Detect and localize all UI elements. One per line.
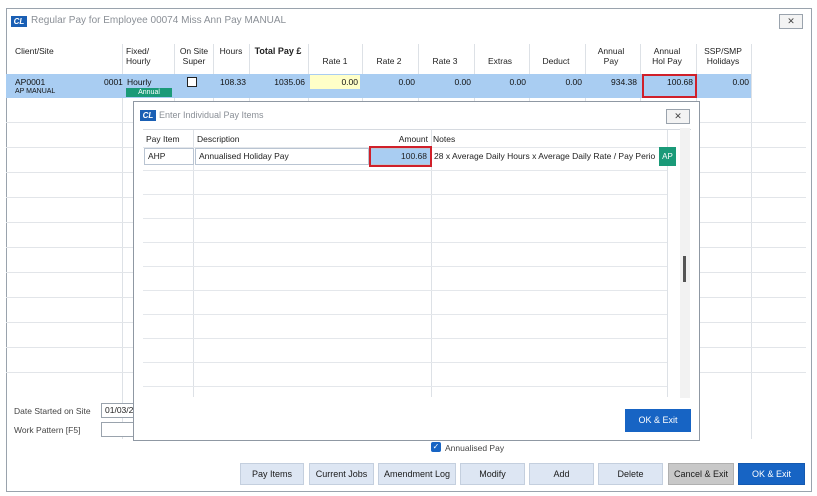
individual-pay-items-dialog: CL Enter Individual Pay Items ✕ Pay Item… — [133, 101, 700, 441]
current-jobs-button[interactable]: Current Jobs — [309, 463, 374, 485]
notes-input[interactable]: 28 x Average Daily Hours x Average Daily… — [432, 148, 658, 165]
grid-line — [751, 44, 752, 439]
window-title: Regular Pay for Employee 00074 Miss Ann … — [31, 15, 287, 26]
grid-line — [143, 386, 667, 387]
grid-line — [667, 130, 668, 397]
app-logo-icon: CL — [11, 16, 27, 27]
on-site-super-checkbox[interactable] — [187, 77, 197, 87]
annual-badge: Annual — [126, 88, 172, 97]
ssp-smp-value: 0.00 — [732, 77, 749, 87]
amendment-log-button[interactable]: Amendment Log — [378, 463, 456, 485]
title-bar: CL Regular Pay for Employee 00074 Miss A… — [7, 9, 811, 35]
rate3-value: 0.00 — [454, 77, 471, 87]
grid-line — [143, 266, 667, 267]
grid-line — [143, 362, 667, 363]
col-total-pay: Total Pay £ — [254, 46, 302, 56]
date-started-input[interactable]: 01/03/2 — [101, 403, 135, 418]
extras-value: 0.00 — [509, 77, 526, 87]
annual-pay-value: 934.38 — [611, 77, 637, 87]
work-pattern-label: Work Pattern [F5] — [14, 425, 81, 435]
ok-exit-button[interactable]: OK & Exit — [738, 463, 805, 485]
annualised-pay-label: Annualised Pay — [445, 443, 505, 453]
dialog-ok-exit-button[interactable]: OK & Exit — [625, 409, 691, 432]
add-button[interactable]: Add — [529, 463, 594, 485]
col-annual-pay: Annual Pay — [597, 46, 625, 66]
dialog-title-bar: CL Enter Individual Pay Items ✕ — [134, 102, 699, 128]
grid-line — [143, 218, 667, 219]
site-number: 0001 — [104, 77, 123, 87]
pay-item-input[interactable]: AHP — [144, 148, 194, 165]
col-on-site-super: On Site Super — [179, 46, 209, 66]
grid-line — [143, 314, 667, 315]
grid-line — [143, 338, 667, 339]
col-extras: Extras — [487, 56, 513, 66]
scrollbar-thumb[interactable] — [683, 256, 686, 282]
grid-line — [122, 44, 123, 439]
col-ssp-smp: SSP/SMP Holidays — [704, 46, 742, 66]
col-client-site: Client/Site — [15, 46, 54, 56]
annualised-pay-checkbox[interactable]: ✓ — [431, 442, 441, 452]
dialog-title: Enter Individual Pay Items — [159, 110, 264, 120]
ap-button[interactable]: AP — [659, 147, 676, 166]
close-window-button[interactable]: ✕ — [779, 14, 803, 29]
dialog-scrollbar[interactable] — [680, 128, 690, 398]
deduct-value: 0.00 — [565, 77, 582, 87]
grid-line — [143, 242, 667, 243]
delete-button[interactable]: Delete — [598, 463, 663, 485]
date-started-label: Date Started on Site — [14, 406, 91, 416]
col-hours: Hours — [219, 46, 243, 56]
work-pattern-input[interactable] — [101, 422, 135, 437]
dialog-close-button[interactable]: ✕ — [666, 109, 690, 124]
grid-line — [143, 194, 667, 195]
cancel-exit-button[interactable]: Cancel & Exit — [668, 463, 734, 485]
grid-line — [143, 170, 667, 171]
amount-highlight — [369, 146, 432, 167]
site-code: AP0001 — [15, 77, 46, 87]
pay-items-button[interactable]: Pay Items — [240, 463, 304, 485]
rate1-input[interactable]: 0.00 — [310, 75, 360, 89]
grid-line — [143, 290, 667, 291]
pay-items-grid — [143, 129, 691, 397]
hours-value: 108.33 — [220, 77, 246, 87]
rate2-value: 0.00 — [398, 77, 415, 87]
col-annual-hol-pay: Annual Hol Pay — [652, 46, 682, 66]
col-fixed-hourly: Fixed/Hourly — [126, 46, 151, 66]
modify-button[interactable]: Modify — [460, 463, 525, 485]
col-rate2: Rate 2 — [376, 56, 402, 66]
annual-hol-pay-highlight — [642, 74, 697, 98]
fixed-hourly-value: Hourly — [127, 77, 152, 87]
col-rate1: Rate 1 — [322, 56, 348, 66]
site-name: AP MANUAL — [15, 88, 56, 95]
col-deduct: Deduct — [542, 56, 570, 66]
total-pay-value: 1035.06 — [274, 77, 305, 87]
description-input[interactable]: Annualised Holiday Pay — [195, 148, 369, 165]
dialog-logo-icon: CL — [140, 110, 156, 121]
col-rate3: Rate 3 — [432, 56, 458, 66]
